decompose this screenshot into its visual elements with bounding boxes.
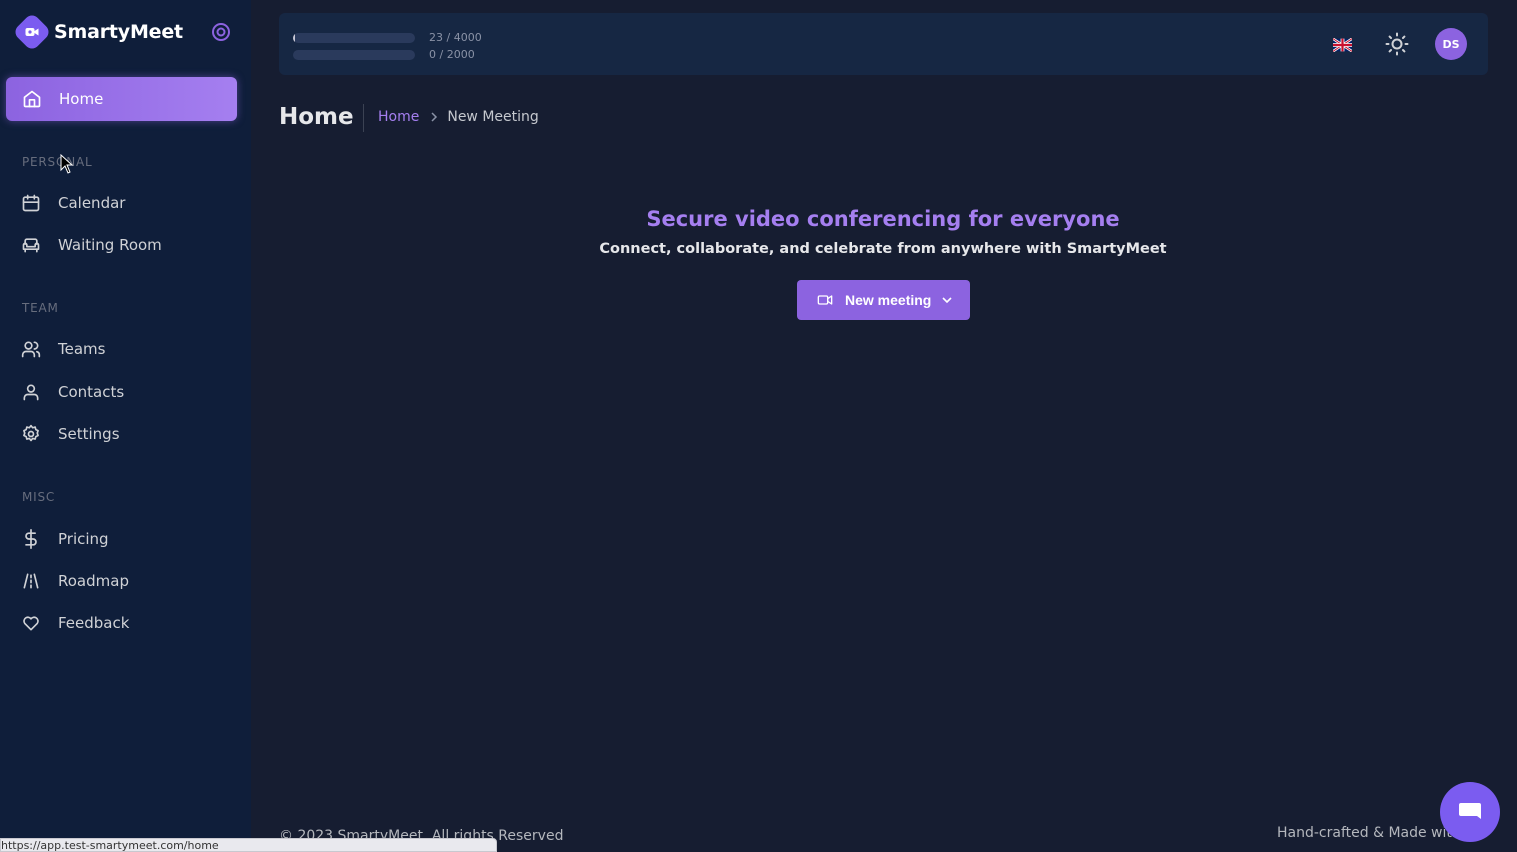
browser-status-url: https://app.test-smartymeet.com/home (0, 838, 497, 852)
top-navbar: 23 / 4000 0 / 2000 DS (279, 13, 1488, 75)
sidebar-item-teams[interactable]: Teams (20, 336, 240, 362)
sidebar-item-label: Pricing (58, 530, 109, 548)
avatar[interactable]: DS (1435, 28, 1467, 60)
brand[interactable]: SmartyMeet (12, 12, 183, 52)
sidebar-item-label: Home (59, 90, 104, 108)
sidebar-item-label: Feedback (58, 614, 130, 632)
section-title-team: TEAM (22, 301, 59, 315)
chat-widget-button[interactable] (1440, 782, 1500, 842)
section-title-misc: MISC (22, 490, 56, 504)
sidebar-item-home[interactable]: Home (6, 77, 237, 121)
road-icon (20, 570, 42, 592)
heart-icon (20, 612, 42, 634)
sidebar-item-label: Contacts (58, 383, 125, 401)
chevron-down-icon (941, 294, 953, 306)
sidebar-item-label: Roadmap (58, 572, 129, 590)
hero-title: Secure video conferencing for everyone (646, 207, 1120, 231)
usage-meter-recordings: 0 / 2000 (293, 46, 482, 63)
breadcrumb-home-link[interactable]: Home (378, 109, 419, 125)
gear-icon (20, 423, 42, 445)
sidebar-item-roadmap[interactable]: Roadmap (20, 568, 240, 594)
sidebar-item-feedback[interactable]: Feedback (20, 610, 240, 636)
sun-icon[interactable] (1385, 32, 1409, 56)
title-divider (363, 104, 364, 132)
new-meeting-label: New meeting (845, 292, 932, 308)
page-title: Home (279, 104, 354, 130)
sidebar-item-settings[interactable]: Settings (20, 421, 240, 447)
uk-flag-icon[interactable] (1332, 37, 1353, 53)
usage-meter-minutes: 23 / 4000 (293, 29, 482, 46)
usage-progress-bar (293, 32, 415, 43)
breadcrumb-current: New Meeting (447, 109, 539, 125)
sidebar-item-pricing[interactable]: Pricing (20, 526, 240, 552)
smartymeet-logo-icon (12, 12, 52, 52)
sidebar: SmartyMeet Home PERSONAL Calendar Waitin… (0, 0, 251, 852)
home-icon (21, 88, 43, 110)
sidebar-pin-toggle-icon[interactable] (211, 22, 231, 42)
usage-count: 0 / 2000 (429, 48, 475, 61)
sidebar-item-label: Teams (58, 340, 106, 358)
section-title-personal: PERSONAL (22, 155, 93, 169)
usage-progress-bar (293, 49, 415, 60)
user-icon (20, 381, 42, 403)
usage-meters: 23 / 4000 0 / 2000 (293, 29, 482, 63)
video-camera-icon (817, 292, 833, 308)
usage-count: 23 / 4000 (429, 31, 482, 44)
hero-subtitle: Connect, collaborate, and celebrate from… (599, 241, 1167, 257)
chevron-right-icon (429, 112, 439, 122)
usage-progress-fill (293, 32, 296, 43)
dollar-icon (20, 528, 42, 550)
breadcrumb: Home New Meeting (378, 109, 539, 125)
footer-credit: Hand-crafted & Made with (1277, 825, 1457, 841)
sidebar-item-contacts[interactable]: Contacts (20, 379, 240, 405)
brand-name: SmartyMeet (54, 21, 183, 43)
sidebar-item-label: Settings (58, 425, 120, 443)
users-icon (20, 338, 42, 360)
new-meeting-button[interactable]: New meeting (797, 280, 970, 320)
chat-icon (1459, 803, 1481, 819)
mouse-cursor-icon (60, 154, 74, 174)
